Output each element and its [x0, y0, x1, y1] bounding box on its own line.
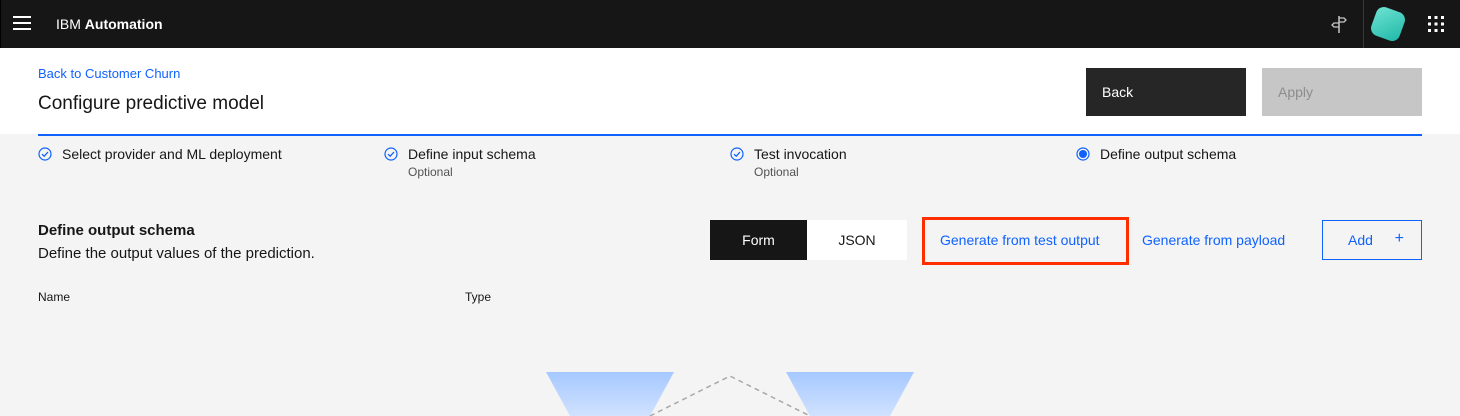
column-header-name: Name	[38, 290, 71, 304]
back-to-customer-churn-link[interactable]: Back to Customer Churn	[38, 66, 180, 81]
brand-prefix: IBM	[56, 16, 81, 32]
form-toggle-button[interactable]: Form	[710, 220, 807, 260]
section-title: Define output schema	[38, 222, 195, 239]
add-label: Add	[1348, 232, 1373, 248]
step-label: Define output schema	[1100, 146, 1237, 162]
step-select-provider[interactable]: Select provider and ML deployment	[38, 146, 282, 162]
generate-from-test-output-button[interactable]: Generate from test output	[940, 232, 1100, 248]
brand[interactable]: IBM Automation	[56, 16, 163, 32]
column-header-type: Type	[465, 290, 492, 304]
step-define-input-schema[interactable]: Define input schema Optional	[384, 146, 536, 179]
empty-state-illustration	[546, 372, 914, 416]
signpost-icon[interactable]	[1315, 0, 1363, 48]
menu-icon[interactable]	[13, 16, 31, 32]
apply-button[interactable]: Apply	[1262, 68, 1422, 116]
progress-line	[38, 134, 1422, 136]
checkmark-outline-icon	[38, 147, 52, 161]
brand-name: Automation	[84, 16, 163, 32]
checkmark-outline-icon	[730, 147, 744, 161]
view-toggle: Form JSON	[710, 220, 907, 260]
avatar-icon[interactable]	[1364, 0, 1412, 48]
step-optional-label: Optional	[754, 165, 799, 179]
add-button[interactable]: Add +	[1322, 220, 1422, 260]
step-test-invocation[interactable]: Test invocation Optional	[730, 146, 847, 179]
step-define-output-schema[interactable]: Define output schema	[1076, 146, 1236, 162]
step-label: Select provider and ML deployment	[62, 146, 282, 162]
generate-from-payload-button[interactable]: Generate from payload	[1142, 232, 1285, 248]
app-switcher-icon[interactable]	[1412, 0, 1460, 48]
back-button[interactable]: Back	[1086, 68, 1246, 116]
page-title: Configure predictive model	[38, 93, 265, 114]
page-header: Back to Customer Churn Configure predict…	[0, 48, 1460, 134]
json-toggle-button[interactable]: JSON	[807, 220, 907, 260]
step-optional-label: Optional	[408, 165, 453, 179]
step-label: Test invocation	[754, 146, 847, 162]
section-description: Define the output values of the predicti…	[38, 245, 315, 262]
top-nav: IBM Automation	[0, 0, 1460, 48]
step-label: Define input schema	[408, 146, 536, 162]
current-step-icon	[1076, 147, 1090, 161]
nav-actions	[1315, 0, 1460, 48]
checkmark-outline-icon	[384, 147, 398, 161]
plus-icon: +	[1394, 230, 1404, 247]
